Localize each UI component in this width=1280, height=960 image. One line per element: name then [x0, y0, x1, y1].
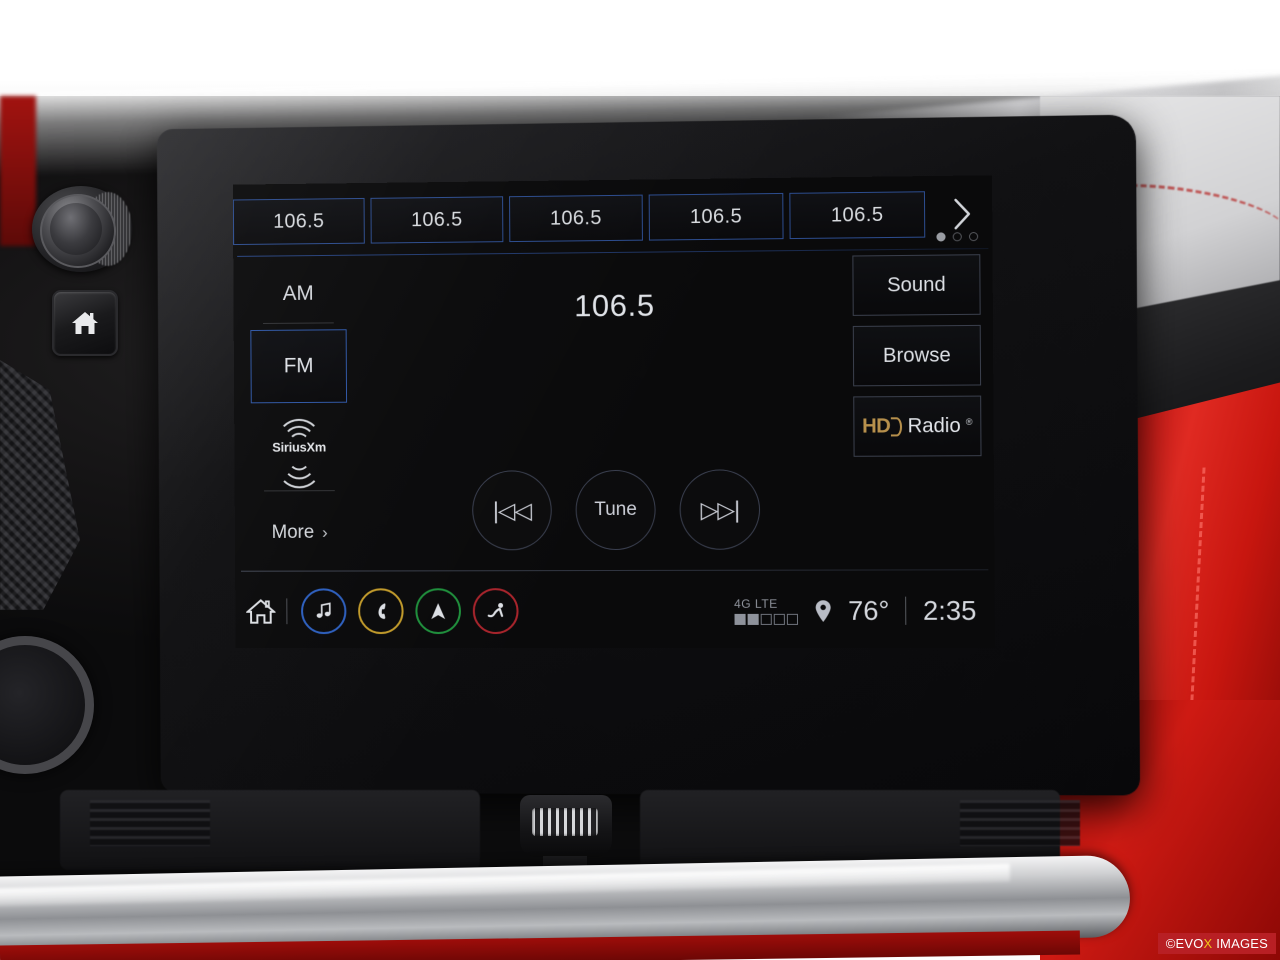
- hd-radio-word: Radio: [907, 414, 961, 437]
- evox-watermark: ©EVOX IMAGES: [1157, 933, 1276, 954]
- network-label: 4G LTE: [733, 596, 778, 611]
- signal-bar-5: [786, 613, 798, 625]
- tune-label: Tune: [594, 498, 637, 521]
- statusbar-home-button[interactable]: [235, 598, 286, 625]
- preset-button-2[interactable]: 106.5: [370, 196, 504, 244]
- home-icon: [246, 598, 276, 625]
- preset-label-4: 106.5: [689, 204, 743, 228]
- signal-bar-3: [760, 613, 772, 625]
- source-separator-bottom: [264, 490, 335, 492]
- statusbar-divider: [241, 569, 989, 572]
- next-station-button[interactable]: ▷▷|: [679, 469, 761, 550]
- preset-page-indicator: [936, 231, 979, 242]
- page-dot-3[interactable]: [968, 231, 979, 242]
- hd-radio-mark: HD: [862, 415, 903, 438]
- source-selector-column: AM FM SiriusXm More ›: [241, 271, 357, 549]
- signal-bar-4: [773, 613, 785, 625]
- console-vent-right: [960, 800, 1080, 846]
- phone-app-icon[interactable]: [358, 588, 404, 635]
- siriusxm-wave-bottom-3: [276, 442, 322, 489]
- next-icon: ▷▷|: [700, 495, 740, 523]
- navigation-app-icon[interactable]: [415, 588, 462, 635]
- statusbar-app-shortcuts: [300, 588, 519, 635]
- tune-button[interactable]: Tune: [575, 469, 656, 551]
- infotainment-screen: 106.5 106.5 106.5 106.5 106.5 AM FM Siri…: [232, 175, 995, 649]
- preset-button-3[interactable]: 106.5: [509, 194, 643, 243]
- red-left-edge-trim: [0, 96, 36, 246]
- volume-knob-center[interactable]: [50, 203, 102, 255]
- hd-radio-logo: HD Radio ®: [862, 414, 973, 438]
- navigation-arrow-icon: [431, 603, 446, 620]
- signal-strength-bars: [734, 613, 798, 625]
- console-vent-left: [90, 800, 210, 846]
- source-am-label: AM: [282, 281, 314, 305]
- source-siriusxm-button[interactable]: SiriusXm: [242, 403, 356, 489]
- chevron-right-icon: ›: [322, 522, 328, 542]
- preset-row: 106.5 106.5 106.5 106.5 106.5: [232, 189, 993, 246]
- sound-label: Sound: [886, 273, 946, 296]
- preset-next-page-button[interactable]: [931, 191, 992, 236]
- statusbar-right-group: 4G LTE 76° 2:35: [734, 595, 995, 626]
- page-dot-1[interactable]: [936, 232, 946, 242]
- siriusxm-logo: SiriusXm: [261, 418, 338, 489]
- watermark-suffix: IMAGES: [1212, 936, 1268, 951]
- transport-controls: |◁◁ Tune ▷▷|: [436, 469, 796, 551]
- source-fm-label: FM: [283, 354, 314, 378]
- preset-button-5[interactable]: 106.5: [789, 191, 926, 240]
- signal-bar-2: [747, 613, 759, 625]
- registered-mark: ®: [965, 416, 973, 427]
- phone-handset-icon: [377, 603, 386, 620]
- current-frequency-display: 106.5: [574, 287, 655, 324]
- browse-button[interactable]: Browse: [852, 324, 982, 387]
- outside-temperature: 76°: [847, 595, 890, 626]
- source-more-button[interactable]: More ›: [243, 513, 357, 553]
- page-dot-2[interactable]: [952, 232, 962, 242]
- preset-label-2: 106.5: [410, 208, 463, 231]
- location-status-icon: [814, 598, 832, 624]
- preset-button-1[interactable]: 106.5: [232, 197, 365, 246]
- hd-radio-button[interactable]: HD Radio ®: [853, 395, 982, 457]
- map-pin-icon: [815, 599, 831, 622]
- clock: 2:35: [922, 595, 977, 626]
- statusbar-time-separator: [905, 596, 907, 625]
- chevron-right-icon: [950, 197, 973, 232]
- preset-label-3: 106.5: [549, 206, 602, 230]
- hd-radio-mark-text: HD: [862, 414, 891, 438]
- music-app-icon[interactable]: [300, 588, 347, 635]
- seat-comfort-app-icon[interactable]: [472, 588, 519, 635]
- browse-label: Browse: [882, 343, 951, 367]
- seated-person-icon: [485, 603, 507, 621]
- sound-button[interactable]: Sound: [852, 254, 981, 316]
- music-note-icon: [316, 601, 334, 621]
- physical-home-button[interactable]: [52, 290, 118, 356]
- previous-station-button[interactable]: |◁◁: [471, 470, 552, 551]
- network-status: 4G LTE: [734, 597, 798, 625]
- preset-label-5: 106.5: [830, 203, 884, 227]
- action-button-column: Sound Browse HD Radio ®: [852, 254, 985, 467]
- previous-icon: |◁◁: [492, 496, 532, 523]
- hd-radio-arc-icon: [891, 416, 903, 436]
- source-separator-top: [263, 322, 334, 324]
- preset-button-4[interactable]: 106.5: [648, 192, 784, 241]
- console-control-knob[interactable]: [532, 808, 598, 836]
- source-fm-button[interactable]: FM: [250, 329, 348, 404]
- statusbar: 4G LTE 76° 2:35: [235, 577, 995, 644]
- preset-label-1: 106.5: [273, 209, 325, 233]
- vehicle-infotainment-photo: 106.5 106.5 106.5 106.5 106.5 AM FM Siri…: [0, 0, 1280, 960]
- source-more-label: More: [271, 521, 315, 543]
- source-am-button[interactable]: AM: [241, 271, 355, 318]
- statusbar-separator: [286, 598, 288, 625]
- signal-bar-1: [734, 613, 746, 625]
- home-icon: [72, 312, 98, 334]
- watermark-prefix: ©EVO: [1165, 936, 1204, 951]
